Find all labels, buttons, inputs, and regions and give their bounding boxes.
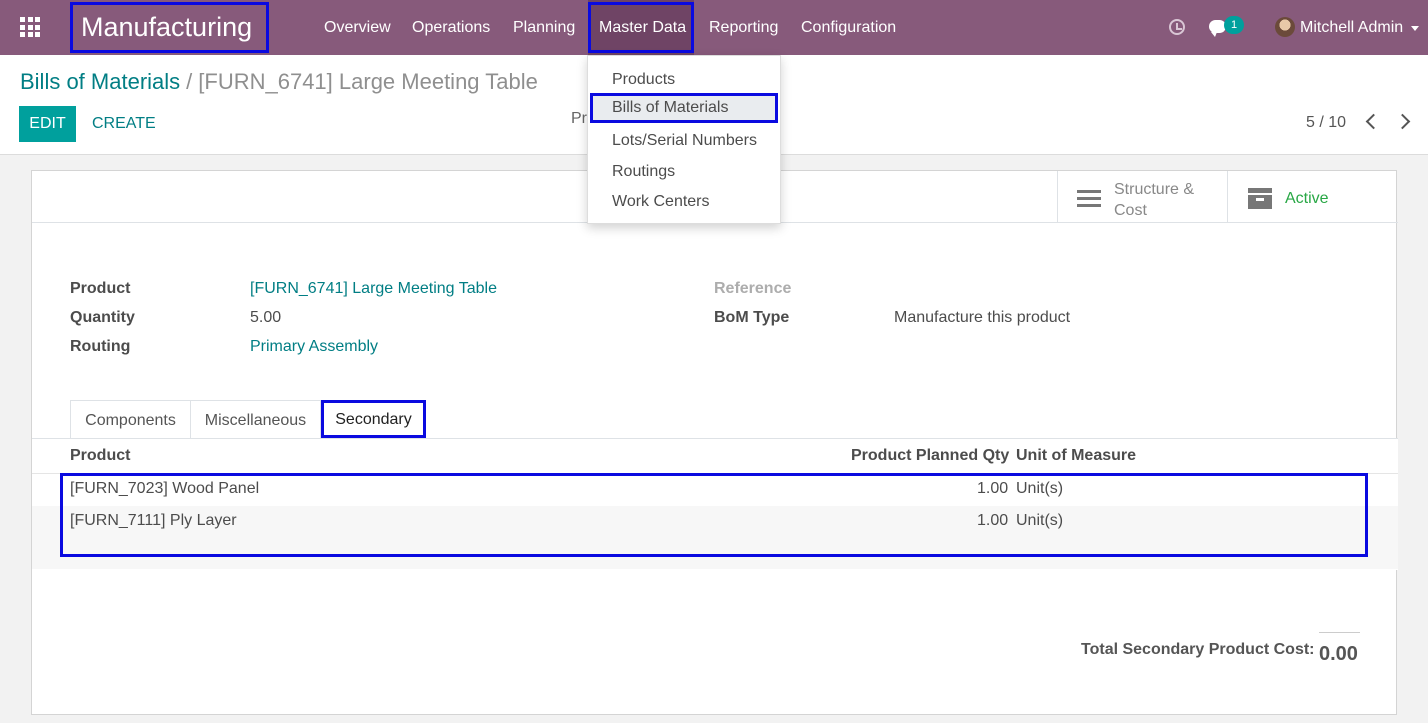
apps-grid-icon[interactable] [20, 17, 40, 37]
routing-link[interactable]: Primary Assembly [250, 338, 378, 356]
master-data-highlight-box [588, 2, 694, 53]
edit-button[interactable]: EDIT [19, 106, 76, 142]
column-header-product[interactable]: Product [70, 447, 130, 465]
user-avatar[interactable] [1275, 17, 1295, 37]
dropdown-item-products[interactable]: Products [588, 65, 782, 95]
bom-type-label: BoM Type [714, 309, 790, 326]
total-secondary-cost-label: Total Secondary Product Cost: [1081, 641, 1315, 658]
dropdown-item-lots-serial-numbers[interactable]: Lots/Serial Numbers [588, 126, 782, 156]
breadcrumb-bills-of-materials[interactable]: Bills of Materials [20, 69, 180, 94]
breadcrumb: Bills of Materials / [FURN_6741] Large Mee… [20, 69, 538, 95]
tab-secondary[interactable]: Secondary [321, 400, 426, 438]
menu-operations[interactable]: Operations [412, 0, 490, 55]
user-menu-name[interactable]: Mitchell Admin [1300, 0, 1403, 55]
breadcrumb-current-record: [FURN_6741] Large Meeting Table [198, 69, 538, 94]
create-button[interactable]: CREATE [92, 106, 156, 142]
menu-configuration[interactable]: Configuration [801, 0, 896, 55]
chevron-left-icon[interactable] [1365, 113, 1382, 130]
routing-label: Routing [70, 338, 131, 355]
caret-down-icon[interactable] [1411, 26, 1419, 31]
bars-icon [1077, 190, 1101, 208]
app-brand[interactable]: Manufacturing [70, 2, 269, 53]
menu-overview[interactable]: Overview [324, 0, 391, 55]
structure-cost-button[interactable]: Structure & Cost [1057, 171, 1227, 223]
form-sheet: Structure & Cost Active Product [FURN_67… [31, 170, 1398, 715]
product-label: Product [70, 280, 131, 297]
activity-clock-icon[interactable] [1169, 19, 1185, 35]
active-toggle-button[interactable]: Active [1227, 171, 1397, 223]
reference-label: Reference [714, 280, 792, 297]
structure-cost-label: Structure & Cost [1114, 181, 1195, 219]
total-secondary-cost-value: 0.00 [1319, 643, 1358, 665]
quantity-value: 5.00 [250, 309, 282, 326]
rows-highlight-box [60, 473, 1368, 557]
breadcrumb-separator: / [186, 69, 193, 94]
dropdown-item-routings[interactable]: Routings [588, 157, 782, 187]
archive-icon [1248, 188, 1272, 209]
print-menu-partial[interactable]: Pr [571, 110, 587, 128]
chat-count-badge: 1 [1224, 16, 1244, 34]
bom-type-value: Manufacture this product [894, 309, 1071, 326]
column-header-planned-qty[interactable]: Product Planned Qty [851, 447, 1009, 465]
quantity-label: Quantity [70, 309, 135, 326]
active-label: Active [1285, 190, 1329, 207]
dropdown-item-work-centers[interactable]: Work Centers [588, 187, 782, 217]
top-navbar: Manufacturing Overview Operations Planni… [0, 0, 1428, 55]
master-data-dropdown: Products Bills of Materials Lots/Serial … [587, 55, 781, 224]
menu-planning[interactable]: Planning [513, 0, 575, 55]
tab-components[interactable]: Components [70, 400, 191, 439]
dropdown-item-bills-of-materials[interactable]: Bills of Materials [590, 93, 778, 123]
menu-reporting[interactable]: Reporting [709, 0, 778, 55]
total-divider [1319, 632, 1360, 633]
chevron-right-icon[interactable] [1394, 113, 1411, 130]
tab-miscellaneous[interactable]: Miscellaneous [190, 400, 321, 439]
table-header: Product Product Planned Qty Unit of Meas… [32, 439, 1398, 474]
pager-value[interactable]: 5 / 10 [1306, 114, 1346, 132]
product-link[interactable]: [FURN_6741] Large Meeting Table [250, 280, 497, 298]
column-header-uom[interactable]: Unit of Measure [1016, 447, 1136, 465]
